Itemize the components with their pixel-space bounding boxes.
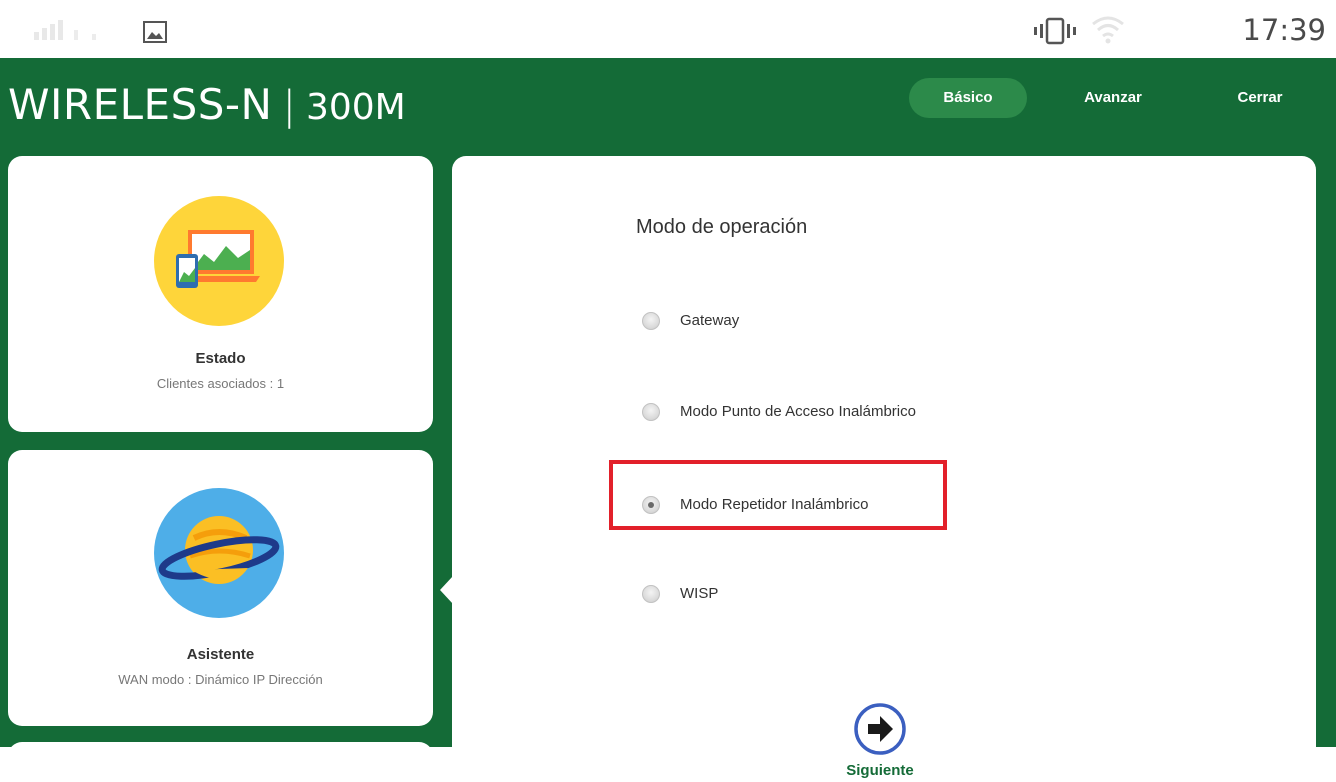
monitor-devices-icon <box>154 196 284 326</box>
operation-mode-panel: Modo de operación Gateway Modo Punto de … <box>452 156 1316 779</box>
vibrate-icon <box>1034 17 1076 45</box>
status-bar: 17:39 <box>0 0 1336 58</box>
sidebar-card-partial[interactable] <box>8 742 433 782</box>
asistente-title: Asistente <box>186 646 255 663</box>
asistente-card[interactable]: Asistente WAN modo : Dinámico IP Direcci… <box>8 450 433 726</box>
asistente-subtitle: WAN modo : Dinámico IP Dirección <box>118 672 323 687</box>
brand-separator: | <box>282 83 296 129</box>
nav-basico-button[interactable]: Básico <box>909 78 1027 118</box>
brand-model: 300M <box>305 87 406 128</box>
option-access-point-label: Modo Punto de Acceso Inalámbrico <box>680 403 916 420</box>
next-button-label[interactable]: Siguiente <box>832 762 928 779</box>
signal-icon <box>34 20 96 40</box>
radio-access-point[interactable] <box>642 403 660 421</box>
wifi-icon <box>1092 16 1124 44</box>
app-container: WIRELESS-N | 300M Básico Avanzar Cerrar Es… <box>0 58 1336 782</box>
option-wisp-label: WISP <box>680 585 719 602</box>
arrow-right-circle-icon[interactable] <box>853 702 907 756</box>
estado-subtitle: Clientes asociados : 1 <box>156 376 285 391</box>
option-gateway-label: Gateway <box>680 312 740 329</box>
highlight-annotation <box>609 460 947 530</box>
clock: 17:39 <box>1242 13 1326 47</box>
nav-cerrar-button[interactable]: Cerrar <box>1210 78 1310 118</box>
panel-title: Modo de operación <box>636 216 808 238</box>
brand-name: WIRELESS-N <box>8 80 273 129</box>
estado-title: Estado <box>195 350 246 367</box>
radio-gateway[interactable] <box>642 312 660 330</box>
nav-avanzar-button[interactable]: Avanzar <box>1060 78 1166 118</box>
planet-icon <box>154 488 284 618</box>
brand-logo: WIRELESS-N | 300M <box>8 78 406 132</box>
image-icon <box>143 21 167 43</box>
radio-wisp[interactable] <box>642 585 660 603</box>
estado-card[interactable]: Estado Clientes asociados : 1 <box>8 156 433 432</box>
